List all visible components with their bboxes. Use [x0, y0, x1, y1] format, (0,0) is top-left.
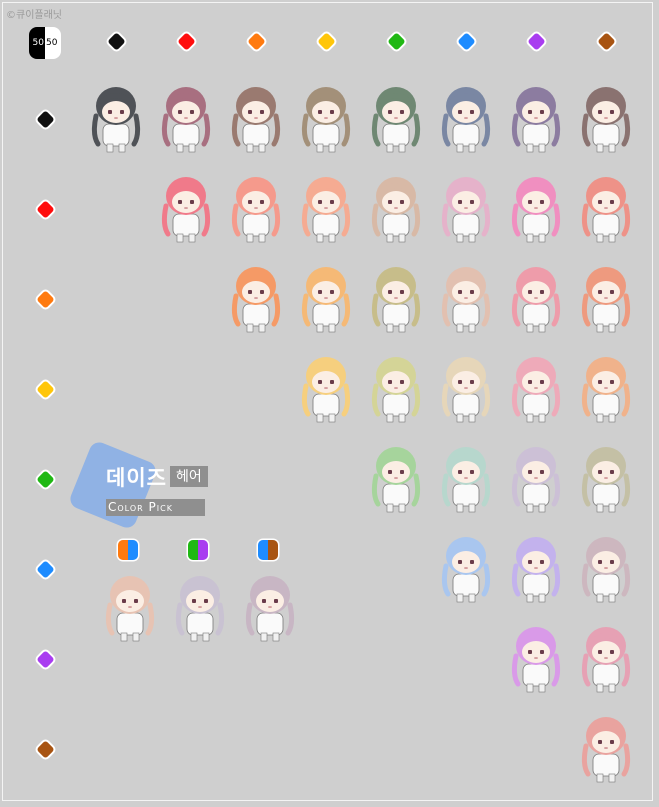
avatar-yellow-green — [368, 350, 424, 430]
title-main: 데이즈 — [106, 466, 167, 490]
avatar-yellow-purple — [508, 350, 564, 430]
avatar-orange-yellow — [298, 260, 354, 340]
avatar-orange-brown — [578, 260, 634, 340]
avatar-red-orange — [228, 170, 284, 250]
avatar-blue-blue — [438, 530, 494, 610]
avatar-orange-purple — [508, 260, 564, 340]
title-sub: 헤어 — [170, 466, 208, 487]
mix-swatch-blue-brown-icon — [258, 540, 278, 560]
avatar-black-blue — [438, 80, 494, 160]
avatar-red-blue — [438, 170, 494, 250]
avatar-orange-green — [368, 260, 424, 340]
avatar-orange-orange — [228, 260, 284, 340]
avatar-black-orange — [228, 80, 284, 160]
avatar-red-purple — [508, 170, 564, 250]
badge-right-label: 50 — [45, 27, 61, 59]
credit-text: ©큐이플래닛 — [6, 10, 62, 21]
avatar-red-green — [368, 170, 424, 250]
avatar-red-brown — [578, 170, 634, 250]
avatar-black-green — [368, 80, 424, 160]
title-caption: Color Pick — [106, 499, 205, 516]
mix-swatch-green-purple-icon — [188, 540, 208, 560]
avatar-black-purple — [508, 80, 564, 160]
avatar-purple-brown — [578, 620, 634, 700]
avatar-brown-brown — [578, 710, 634, 790]
avatar-red-red — [158, 170, 214, 250]
avatar-yellow-brown — [578, 350, 634, 430]
avatar-mix-orange-blue — [102, 569, 158, 649]
avatar-red-yellow — [298, 170, 354, 250]
fifty-fifty-badge: 50 50 — [29, 27, 61, 59]
avatar-black-black — [88, 80, 144, 160]
avatar-yellow-yellow — [298, 350, 354, 430]
avatar-mix-blue-brown — [242, 569, 298, 649]
avatar-black-yellow — [298, 80, 354, 160]
avatar-purple-purple — [508, 620, 564, 700]
avatar-blue-purple — [508, 530, 564, 610]
avatar-green-brown — [578, 440, 634, 520]
badge-left-label: 50 — [29, 27, 45, 59]
avatar-green-green — [368, 440, 424, 520]
avatar-orange-blue — [438, 260, 494, 340]
avatar-green-blue — [438, 440, 494, 520]
avatar-mix-green-purple — [172, 569, 228, 649]
avatar-yellow-blue — [438, 350, 494, 430]
avatar-blue-brown — [578, 530, 634, 610]
avatar-black-red — [158, 80, 214, 160]
mix-swatch-orange-blue-icon — [118, 540, 138, 560]
avatar-black-brown — [578, 80, 634, 160]
avatar-green-purple — [508, 440, 564, 520]
